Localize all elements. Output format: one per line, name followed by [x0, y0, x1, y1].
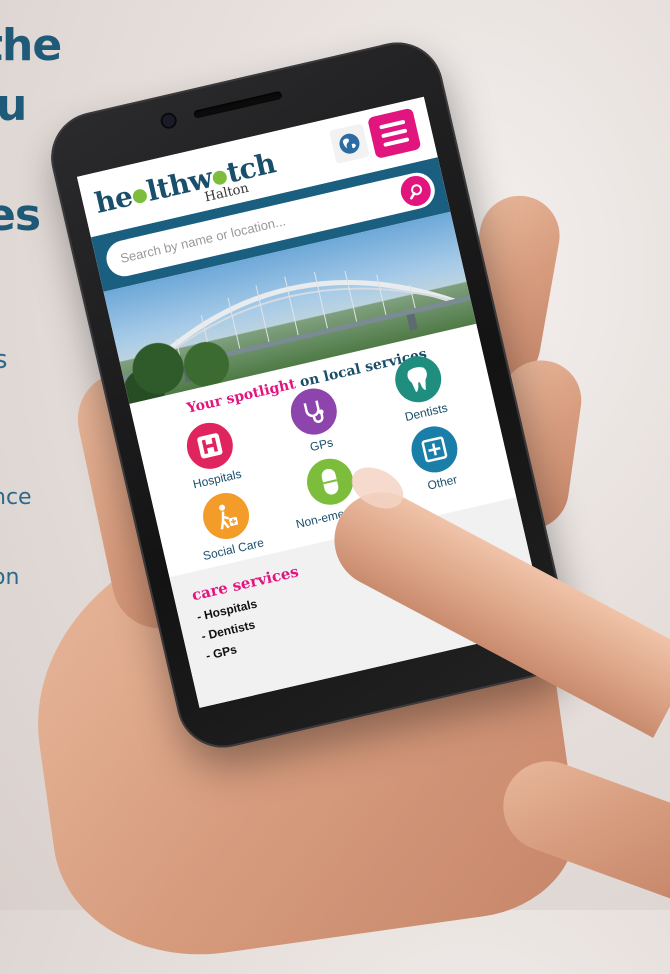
background-text-line-6: on — [0, 565, 20, 590]
pill-icon — [302, 454, 358, 510]
social-care-icon — [198, 488, 254, 544]
background-headline-line-3: es — [0, 190, 41, 241]
background-headline-line-1: the — [0, 20, 62, 71]
service-label: Other — [426, 472, 459, 493]
earpiece-speaker — [193, 90, 283, 119]
language-button[interactable] — [329, 123, 370, 165]
menu-button[interactable] — [367, 107, 422, 159]
hospital-icon — [181, 418, 238, 474]
search-button[interactable] — [397, 172, 434, 209]
globe-icon — [339, 133, 360, 154]
service-label: Hospitals — [191, 466, 243, 492]
tooth-icon — [390, 351, 447, 407]
search-icon — [410, 184, 423, 200]
plus-square-icon — [407, 421, 463, 477]
stethoscope-icon — [286, 383, 342, 440]
background-text-line-4: s — [0, 345, 8, 375]
background-headline-line-2: u — [0, 80, 27, 131]
service-label: Dentists — [403, 400, 449, 425]
front-camera — [161, 113, 176, 128]
background-text-line-5: nce — [0, 485, 32, 510]
service-label: GPs — [308, 435, 335, 455]
